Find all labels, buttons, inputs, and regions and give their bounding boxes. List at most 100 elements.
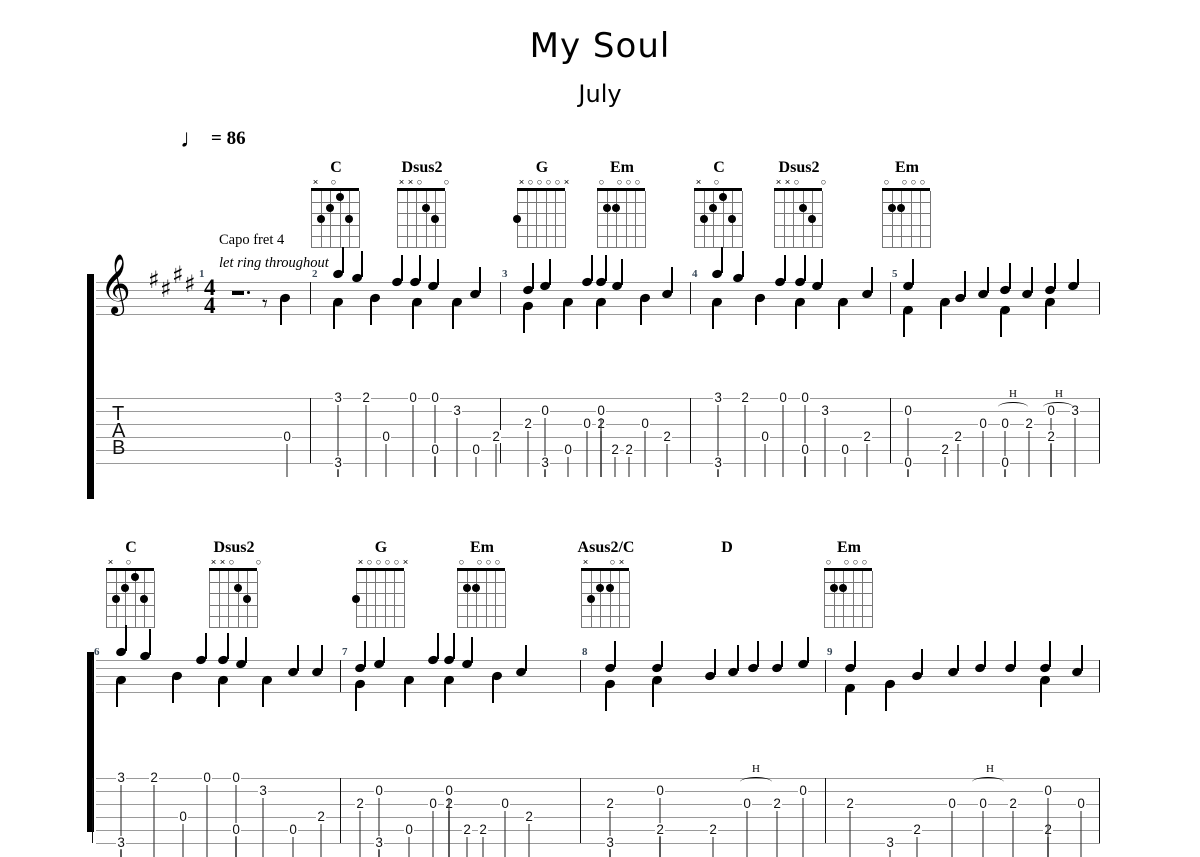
tab-note-stem <box>286 444 288 477</box>
chord-fretboard-grid <box>352 568 405 628</box>
fret-wire-line <box>882 235 930 237</box>
note-stem <box>903 311 905 337</box>
tab-line <box>96 843 1100 844</box>
tab-note-stem <box>432 811 434 857</box>
chord-open-mute-markers: × × ○ ○ <box>775 177 827 188</box>
staff-end-barline <box>1099 660 1101 692</box>
fret-string-line <box>416 191 418 248</box>
note-stem <box>563 303 565 329</box>
tab-fret-number: 0 <box>1000 416 1011 431</box>
fret-string-line <box>920 191 922 248</box>
tab-fret-number: 0 <box>742 796 753 811</box>
tab-fret-number: 0 <box>381 429 392 444</box>
fret-wire-line <box>824 582 872 584</box>
tab-barline <box>580 778 582 843</box>
tab-fret-number: 0 <box>282 429 293 444</box>
fret-wire-line <box>517 224 565 226</box>
tab-fret-number: 2 <box>772 796 783 811</box>
fret-wire-line <box>397 224 445 226</box>
fret-string-line <box>713 191 715 248</box>
fret-string-line <box>872 571 873 628</box>
fret-wire-line <box>774 224 822 226</box>
note-stem <box>280 299 282 325</box>
note-stem <box>1045 303 1047 329</box>
fret-wire-line <box>209 627 257 628</box>
staff-barline <box>500 282 502 314</box>
note-stem <box>364 641 366 667</box>
tab-note-stem <box>776 811 778 857</box>
note-stem <box>525 645 527 671</box>
tab-fret-number: 0 <box>655 783 666 798</box>
chord-finger-dot <box>602 203 611 212</box>
tab-note-stem <box>466 837 468 857</box>
chord-diagram-asus2c: Asus2/C × ○ × <box>577 539 635 628</box>
note-stem <box>795 303 797 329</box>
fret-wire-line <box>694 247 742 248</box>
fret-wire-line <box>581 604 629 606</box>
chord-finger-dot <box>121 583 130 592</box>
tab-note-stem <box>614 457 616 477</box>
chord-finger-dot <box>586 595 595 603</box>
tab-fret-number: 0 <box>430 390 441 405</box>
note-stem <box>453 633 455 659</box>
tab-note-stem <box>544 470 546 477</box>
hammer-on-label: H <box>752 763 760 775</box>
chord-fretboard-grid <box>597 188 646 248</box>
chord-finger-dot <box>316 215 325 223</box>
tab-note-stem <box>804 457 806 477</box>
note-stem <box>1009 263 1011 289</box>
tab-barline <box>690 398 692 463</box>
tab-fret-number: 3 <box>452 403 463 418</box>
note-stem <box>964 271 966 297</box>
note-stem <box>437 259 439 285</box>
fret-string-line <box>536 191 538 248</box>
chord-open-mute-markers: × × ○ ○ <box>210 557 262 568</box>
tab-fret-number: 2 <box>1046 429 1057 444</box>
tab-fret-number: 3 <box>885 835 896 850</box>
fret-wire-line <box>581 593 629 595</box>
fret-wire-line <box>457 593 505 595</box>
tab-barline <box>825 778 827 843</box>
tab-note-stem <box>866 444 868 477</box>
measure-number: 4 <box>692 268 698 280</box>
chord-finger-dot <box>596 583 605 592</box>
note-stem <box>355 685 357 711</box>
fret-string-line <box>742 191 743 248</box>
key-signature-sharp: ♯ <box>148 266 160 294</box>
staff-barline <box>825 660 827 692</box>
tab-fret-number: 3 <box>540 455 551 470</box>
page-title: My Soul <box>529 26 671 66</box>
fret-string-line <box>609 571 611 628</box>
hammer-on-slur <box>972 777 1004 787</box>
chord-name-label: Asus2/C <box>577 539 635 556</box>
note-stem <box>1031 267 1033 293</box>
fret-wire-line <box>517 213 565 215</box>
note-stem <box>912 259 914 285</box>
chord-finger-dot <box>352 595 360 603</box>
tab-note-stem <box>982 811 984 857</box>
chord-finger-dot <box>808 215 817 223</box>
chord-finger-dot <box>472 583 481 592</box>
note-stem <box>755 299 757 325</box>
tab-line <box>96 791 1100 792</box>
measure-number: 8 <box>582 646 588 658</box>
note-stem <box>262 681 264 707</box>
tab-note-stem <box>528 824 530 857</box>
chord-open-mute-markers: ○ ○ ○ ○ <box>883 177 926 188</box>
tempo-marking: ♩ = 86 <box>180 126 246 152</box>
note-stem <box>605 255 607 281</box>
fret-wire-line <box>597 202 645 204</box>
tab-note-stem <box>475 457 477 477</box>
note-stem <box>671 267 673 293</box>
tab-fret-number: 2 <box>462 822 473 837</box>
tab-fret-number: 2 <box>953 429 964 444</box>
note-stem <box>821 259 823 285</box>
note-stem <box>149 629 151 655</box>
chord-finger-dot <box>798 203 807 212</box>
tab-line <box>96 817 1100 818</box>
fret-string-line <box>891 191 893 248</box>
note-stem <box>218 681 220 707</box>
tab-fret-number: 0 <box>430 442 441 457</box>
fret-string-line <box>645 191 646 248</box>
capo-instruction: Capo fret 4 <box>219 232 285 248</box>
